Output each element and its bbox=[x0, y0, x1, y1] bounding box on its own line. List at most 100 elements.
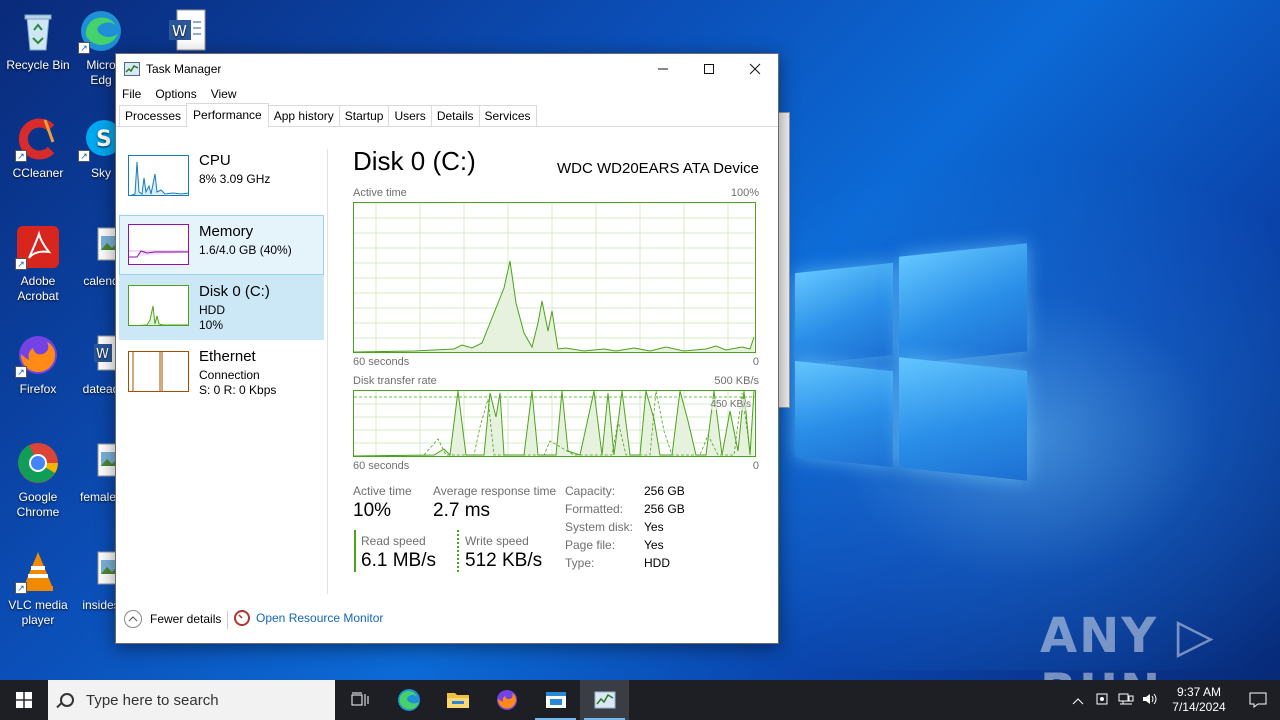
sidebar-divider bbox=[327, 149, 328, 594]
menu-bar: File Options View bbox=[116, 84, 778, 104]
active-time-min: 0 bbox=[752, 356, 759, 368]
folder-icon bbox=[446, 693, 469, 708]
stat-active-time-value: 10% bbox=[353, 500, 392, 521]
edge-icon: ↗ bbox=[78, 8, 124, 54]
maximize-icon bbox=[704, 64, 714, 74]
network-button[interactable] bbox=[1114, 692, 1138, 709]
chrome-icon bbox=[15, 440, 61, 486]
word-doc-icon: W bbox=[163, 8, 209, 54]
desktop-icon-firefox[interactable]: ↗ Firefox bbox=[0, 332, 76, 397]
open-resource-monitor-link[interactable]: Open Resource Monitor bbox=[234, 610, 383, 626]
cpu-thumbnail-graph bbox=[128, 155, 189, 196]
prop-capacity-label: Capacity: bbox=[565, 484, 616, 498]
sidebar-item-cpu[interactable]: CPU 8% 3.09 GHz bbox=[119, 146, 324, 206]
firefox-icon: ↗ bbox=[15, 332, 61, 378]
chevron-up-icon bbox=[124, 610, 142, 628]
tab-details[interactable]: Details bbox=[430, 105, 480, 126]
svg-text:W: W bbox=[172, 22, 187, 40]
prop-type-value: HDD bbox=[644, 556, 670, 570]
stat-avg-response-value: 2.7 ms bbox=[433, 500, 491, 521]
tab-processes[interactable]: Processes bbox=[119, 105, 188, 126]
search-placeholder: Type here to search bbox=[86, 691, 219, 709]
transfer-rate-duration: 60 seconds bbox=[353, 460, 410, 472]
fewer-details-button[interactable]: Fewer details bbox=[124, 610, 221, 628]
desktop-icon-vlc[interactable]: ↗ VLC media player bbox=[0, 548, 76, 628]
active-time-graph bbox=[353, 202, 756, 353]
task-manager-icon bbox=[594, 691, 615, 709]
prop-formatted-value: 256 GB bbox=[644, 502, 685, 516]
desktop-icon-google-chrome[interactable]: Google Chrome bbox=[0, 440, 76, 520]
show-hidden-icons-button[interactable] bbox=[1066, 693, 1090, 708]
action-center-button[interactable] bbox=[1236, 680, 1280, 720]
transfer-rate-max: 500 KB/s bbox=[714, 375, 759, 387]
task-manager-window: Task Manager File Options View Processes… bbox=[115, 53, 779, 644]
sidebar-ethernet-speed: S: 0 R: 0 Kbps bbox=[199, 383, 277, 397]
tab-startup[interactable]: Startup bbox=[338, 105, 390, 126]
resource-monitor-icon bbox=[234, 610, 250, 626]
ccleaner-icon: ↗ bbox=[15, 116, 61, 162]
title-bar[interactable]: Task Manager bbox=[116, 54, 778, 84]
sidebar-item-ethernet[interactable]: Ethernet Connection S: 0 R: 0 Kbps bbox=[119, 342, 324, 402]
maximize-button[interactable] bbox=[686, 54, 732, 84]
desktop-icon-adobe-acrobat[interactable]: ↗ Adobe Acrobat bbox=[0, 224, 76, 304]
taskbar-search-box[interactable]: Type here to search bbox=[48, 680, 335, 720]
start-button[interactable] bbox=[0, 680, 48, 720]
minimize-button[interactable] bbox=[640, 54, 686, 84]
volume-button[interactable] bbox=[1138, 692, 1162, 709]
window-app-icon bbox=[545, 692, 566, 708]
taskbar-app-window[interactable] bbox=[531, 680, 580, 720]
sidebar-disk-usage: 10% bbox=[199, 318, 224, 332]
task-view-button[interactable] bbox=[335, 680, 384, 720]
taskbar-firefox[interactable] bbox=[482, 680, 531, 720]
svg-text:W: W bbox=[96, 347, 109, 362]
active-time-max: 100% bbox=[730, 187, 759, 199]
memory-thumbnail-graph bbox=[128, 224, 189, 265]
stat-read-speed-value: 6.1 MB/s bbox=[361, 550, 436, 571]
footer-divider bbox=[227, 611, 228, 629]
footer: Fewer details Open Resource Monitor bbox=[116, 597, 778, 643]
menu-file[interactable]: File bbox=[122, 87, 141, 101]
stat-write-speed-value: 512 KB/s bbox=[465, 550, 543, 571]
sidebar-ethernet-connection: Connection bbox=[199, 368, 260, 382]
menu-view[interactable]: View bbox=[211, 87, 237, 101]
sidebar-cpu-title: CPU bbox=[199, 152, 231, 169]
sidebar-item-memory[interactable]: Memory 1.6/4.0 GB (40%) bbox=[119, 215, 324, 275]
menu-options[interactable]: Options bbox=[155, 87, 196, 101]
notification-icon bbox=[1249, 692, 1267, 708]
firefox-icon bbox=[496, 690, 517, 710]
write-speed-indicator bbox=[457, 530, 459, 572]
prop-formatted-label: Formatted: bbox=[565, 502, 624, 516]
prop-page-file-label: Page file: bbox=[565, 538, 616, 552]
taskbar-file-explorer[interactable] bbox=[433, 680, 482, 720]
tab-app-history[interactable]: App history bbox=[267, 105, 340, 126]
tab-performance[interactable]: Performance bbox=[186, 103, 269, 127]
clock[interactable]: 9:37 AM 7/14/2024 bbox=[1162, 685, 1236, 715]
edge-icon bbox=[397, 689, 420, 711]
transfer-rate-graph: 450 KB/s bbox=[353, 390, 756, 457]
minimize-icon bbox=[658, 68, 668, 70]
stat-avg-response-label: Average response time bbox=[433, 484, 557, 498]
resource-sidebar: CPU 8% 3.09 GHz Memory 1.6/4.0 GB (40%) … bbox=[119, 149, 324, 418]
tab-services[interactable]: Services bbox=[478, 105, 537, 126]
desktop-icon-word-doc[interactable]: W bbox=[148, 8, 224, 58]
taskbar-task-manager[interactable] bbox=[580, 680, 629, 720]
fewer-details-label: Fewer details bbox=[150, 612, 222, 626]
shield-icon bbox=[1096, 693, 1108, 704]
sidebar-item-disk[interactable]: Disk 0 (C:) HDD 10% bbox=[119, 275, 324, 340]
task-view-icon bbox=[351, 692, 368, 706]
stat-read-speed-label: Read speed bbox=[361, 534, 426, 548]
prop-capacity-value: 256 GB bbox=[644, 484, 685, 498]
desktop-icon-ccleaner[interactable]: ↗ CCleaner bbox=[0, 116, 76, 181]
anyrun-watermark: ANY ▷ RUN bbox=[1040, 608, 1216, 680]
tray-app-icon[interactable] bbox=[1090, 692, 1114, 709]
desktop-icon-recycle-bin[interactable]: Recycle Bin bbox=[0, 8, 76, 73]
search-icon bbox=[56, 693, 74, 709]
active-time-duration: 60 seconds bbox=[353, 356, 410, 368]
close-button[interactable] bbox=[732, 54, 778, 84]
tab-users[interactable]: Users bbox=[388, 105, 432, 126]
transfer-rate-label: Disk transfer rate bbox=[353, 375, 437, 387]
sidebar-disk-type: HDD bbox=[199, 303, 225, 317]
sidebar-disk-title: Disk 0 (C:) bbox=[199, 283, 270, 300]
taskbar-edge[interactable] bbox=[384, 680, 433, 720]
stat-write-speed-label: Write speed bbox=[465, 534, 529, 548]
